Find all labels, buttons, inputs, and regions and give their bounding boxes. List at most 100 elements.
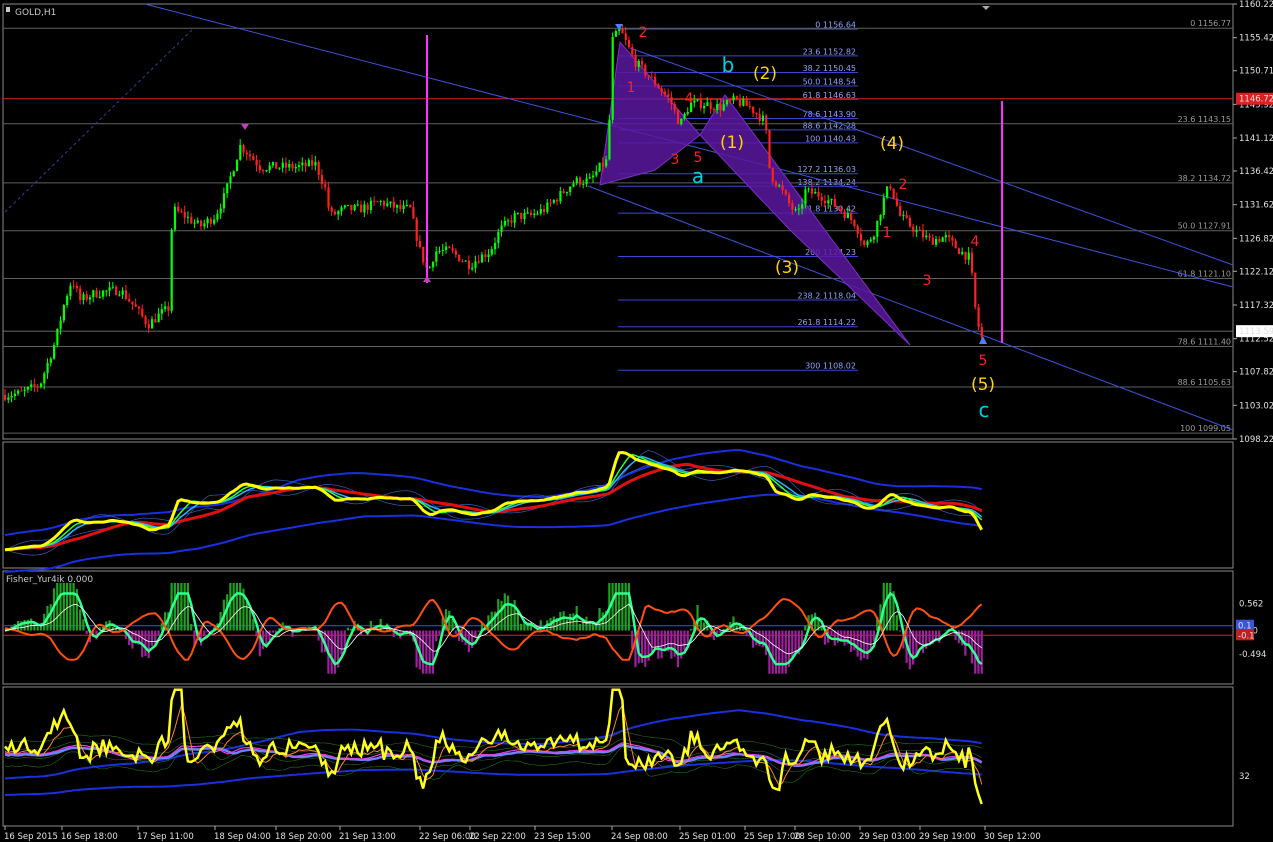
- candle-body: [164, 306, 167, 310]
- candle-body: [921, 229, 925, 238]
- candle-body: [418, 240, 422, 247]
- candle-body: [366, 204, 369, 210]
- candle-body: [794, 209, 797, 211]
- candle-body: [376, 201, 379, 203]
- candle-body: [879, 214, 882, 221]
- chart-title: GOLD,H1: [15, 8, 56, 18]
- candle-body: [895, 198, 898, 206]
- candle-body: [957, 248, 961, 255]
- candle-body: [4, 394, 7, 400]
- candle-body: [26, 386, 30, 390]
- candle-body: [771, 167, 774, 182]
- candle-body: [820, 196, 823, 201]
- fib-level-label: 238.2 1118.04: [797, 291, 856, 300]
- candle-body: [458, 254, 461, 262]
- candle-body: [180, 211, 183, 213]
- candle-body: [196, 220, 199, 223]
- candle-body: [183, 211, 186, 218]
- ma-price: [4, 450, 984, 552]
- candle-body: [307, 160, 310, 167]
- price-tick-label: 1122.12: [1239, 267, 1273, 277]
- wave-label-red: 4: [971, 234, 980, 250]
- wave-label-red: 4: [685, 91, 694, 107]
- fisher-signal-green: [4, 591, 983, 666]
- candle-body: [709, 102, 712, 109]
- candle-body: [866, 241, 869, 245]
- arrow-up-icon: [423, 276, 431, 282]
- candle-body: [451, 248, 454, 251]
- candle-body: [284, 162, 288, 168]
- candle-body: [765, 115, 768, 130]
- candle-body: [761, 115, 765, 121]
- candle-body: [66, 296, 69, 306]
- time-tick-label: 25 Sep 01:00: [679, 832, 736, 842]
- candle-body: [154, 319, 157, 323]
- candle-body: [565, 191, 569, 194]
- candle-body: [935, 239, 938, 245]
- candle-body: [438, 251, 441, 253]
- price-tick-label: 1136.42: [1239, 167, 1273, 177]
- time-tick-label: 29 Sep 03:00: [859, 832, 916, 842]
- candle-body: [379, 201, 382, 203]
- candle-body: [595, 171, 598, 176]
- candle-body: [151, 319, 154, 329]
- candle-body: [614, 31, 618, 37]
- fisher-level-neg-label: -0.1: [1238, 631, 1255, 641]
- candle-body: [249, 154, 252, 156]
- candle-body: [98, 296, 101, 298]
- candle-body: [62, 305, 65, 321]
- candle-body: [732, 96, 735, 101]
- candle-body: [13, 393, 16, 397]
- candle-body: [526, 212, 529, 214]
- candle-body: [448, 246, 451, 249]
- candle-body: [301, 162, 304, 166]
- candle-body: [915, 229, 918, 232]
- fisher-tick-label: -0.494: [1239, 650, 1266, 660]
- candle-body: [10, 396, 13, 398]
- candle-body: [810, 188, 814, 194]
- candle-body: [725, 100, 729, 105]
- candle-body: [428, 267, 431, 269]
- candle-body: [846, 213, 849, 219]
- candle-body: [533, 213, 536, 215]
- candle-body: [39, 383, 43, 387]
- price-tick-label: 1117.32: [1239, 301, 1273, 311]
- candle-body: [680, 118, 683, 125]
- candle-body: [490, 249, 493, 255]
- current-price-label: 1146.72: [1239, 95, 1273, 105]
- candle-body: [686, 112, 689, 114]
- candle-body: [804, 189, 807, 205]
- candle-body: [72, 285, 75, 287]
- candle-body: [30, 384, 33, 387]
- candle-body: [641, 60, 644, 65]
- candle-body: [869, 239, 872, 242]
- candle-body: [36, 386, 39, 388]
- candle-body: [944, 235, 947, 238]
- candle-body: [872, 236, 876, 240]
- candle-body: [569, 186, 572, 192]
- candle-body: [386, 203, 389, 206]
- candle-body: [88, 297, 92, 300]
- candle-body: [755, 112, 758, 114]
- time-tick-label: 29 Sep 19:00: [919, 832, 976, 842]
- candle-body: [562, 190, 565, 194]
- time-tick-label: 18 Sep 20:00: [275, 832, 332, 842]
- candle-body: [216, 213, 219, 220]
- candle-body: [938, 239, 941, 242]
- time-tick-label: 18 Sep 04:00: [214, 832, 271, 842]
- price-axis: [1233, 3, 1237, 440]
- candle-body: [320, 175, 324, 185]
- candle-body: [605, 159, 608, 167]
- candle-body: [271, 162, 275, 166]
- wave-label-red: 1: [883, 225, 892, 241]
- candle-body: [46, 362, 49, 374]
- trendline-upper: [144, 3, 1234, 288]
- candle-body: [141, 308, 144, 317]
- candle-body: [827, 200, 830, 204]
- time-tick-label: 16 Sep 2015: [4, 832, 58, 842]
- fib-level-label: 88.6 1142.28: [803, 121, 856, 130]
- fisher-tick-label: 0.562: [1239, 600, 1263, 610]
- candle-body: [902, 215, 905, 217]
- candle-body: [774, 181, 778, 186]
- chart-canvas[interactable]: 0 1156.6423.6 1152.8238.2 1150.4550.0 11…: [0, 0, 1273, 842]
